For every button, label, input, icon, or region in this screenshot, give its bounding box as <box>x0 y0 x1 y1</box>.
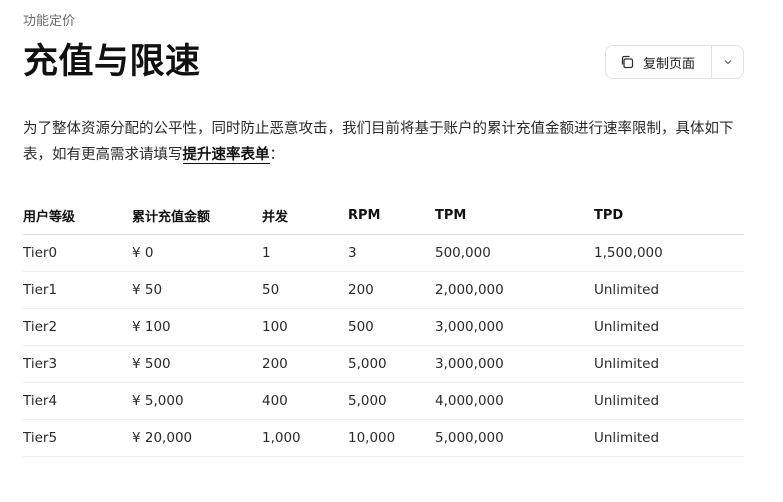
table-row: Tier0 ¥ 0 1 3 500,000 1,500,000 <box>23 234 744 272</box>
cell-concurrency: 100 <box>262 308 348 346</box>
cell-tpd: Unlimited <box>594 382 744 420</box>
cell-tier: Tier4 <box>23 382 132 420</box>
cell-concurrency: 1,000 <box>262 419 348 457</box>
header-total-recharge: 累计充值金额 <box>132 197 262 235</box>
table-row: Tier5 ¥ 20,000 1,000 10,000 5,000,000 Un… <box>23 419 744 457</box>
rate-limit-form-link[interactable]: 提升速率表单 <box>182 147 270 164</box>
cell-rpm: 3 <box>348 234 435 272</box>
page-title: 充值与限速 <box>23 42 201 82</box>
cell-tpm: 5,000,000 <box>435 419 594 457</box>
cell-tier: Tier2 <box>23 308 132 346</box>
header-rpm: RPM <box>348 197 435 235</box>
table-row: Tier2 ¥ 100 100 500 3,000,000 Unlimited <box>23 308 744 346</box>
cell-recharge: ¥ 5,000 <box>132 382 262 420</box>
copy-page-button[interactable]: 复制页面 <box>606 46 711 78</box>
copy-page-group: 复制页面 <box>605 45 744 79</box>
intro-suffix: ： <box>269 147 285 163</box>
cell-recharge: ¥ 500 <box>132 345 262 383</box>
chevron-down-icon <box>722 53 734 72</box>
copy-icon <box>619 54 635 70</box>
copy-page-label: 复制页面 <box>643 56 696 72</box>
cell-tpm: 2,000,000 <box>435 271 594 309</box>
intro-text: 为了整体资源分配的公平性，同时防止恶意攻击，我们目前将基于账户的累计充值金额进行… <box>23 121 734 163</box>
header-tpm: TPM <box>435 197 594 235</box>
cell-tpm: 3,000,000 <box>435 345 594 383</box>
cell-concurrency: 50 <box>262 271 348 309</box>
breadcrumb[interactable]: 功能定价 <box>23 13 75 31</box>
cell-tier: Tier5 <box>23 419 132 457</box>
cell-concurrency: 1 <box>262 234 348 272</box>
rate-limit-table: 用户等级 累计充值金额 并发 RPM TPM TPD Tier0 ¥ 0 1 3… <box>23 197 744 457</box>
cell-tpd: Unlimited <box>594 345 744 383</box>
cell-tpm: 500,000 <box>435 234 594 272</box>
cell-rpm: 5,000 <box>348 382 435 420</box>
table-row: Tier3 ¥ 500 200 5,000 3,000,000 Unlimite… <box>23 345 744 383</box>
intro-paragraph: 为了整体资源分配的公平性，同时防止恶意攻击，我们目前将基于账户的累计充值金额进行… <box>23 116 753 168</box>
cell-tpm: 3,000,000 <box>435 308 594 346</box>
table-row: Tier4 ¥ 5,000 400 5,000 4,000,000 Unlimi… <box>23 382 744 420</box>
table-header-row: 用户等级 累计充值金额 并发 RPM TPM TPD <box>23 197 744 235</box>
cell-rpm: 5,000 <box>348 345 435 383</box>
cell-recharge: ¥ 100 <box>132 308 262 346</box>
cell-recharge: ¥ 20,000 <box>132 419 262 457</box>
cell-concurrency: 400 <box>262 382 348 420</box>
cell-recharge: ¥ 0 <box>132 234 262 272</box>
cell-tpd: Unlimited <box>594 419 744 457</box>
cell-tier: Tier1 <box>23 271 132 309</box>
cell-rpm: 500 <box>348 308 435 346</box>
header-user-tier: 用户等级 <box>23 197 132 235</box>
cell-tpd: 1,500,000 <box>594 234 744 272</box>
header-tpd: TPD <box>594 197 744 235</box>
header-concurrency: 并发 <box>262 197 348 235</box>
cell-tier: Tier0 <box>23 234 132 272</box>
cell-recharge: ¥ 50 <box>132 271 262 309</box>
table-row: Tier1 ¥ 50 50 200 2,000,000 Unlimited <box>23 271 744 309</box>
cell-rpm: 200 <box>348 271 435 309</box>
cell-tpd: Unlimited <box>594 271 744 309</box>
cell-concurrency: 200 <box>262 345 348 383</box>
copy-options-dropdown[interactable] <box>712 46 743 78</box>
cell-tpd: Unlimited <box>594 308 744 346</box>
cell-tpm: 4,000,000 <box>435 382 594 420</box>
cell-tier: Tier3 <box>23 345 132 383</box>
cell-rpm: 10,000 <box>348 419 435 457</box>
